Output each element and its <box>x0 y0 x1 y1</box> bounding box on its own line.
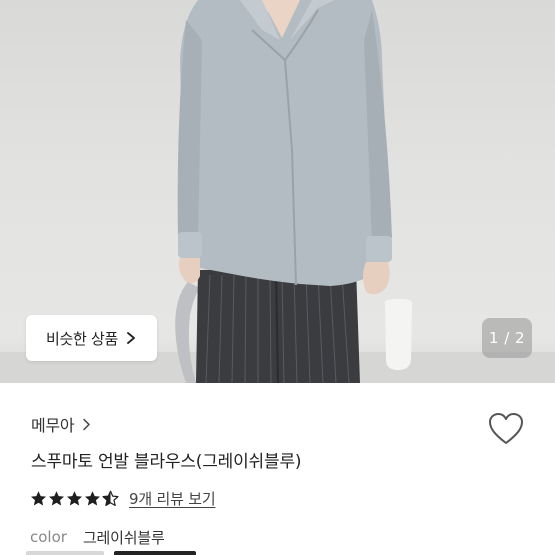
star-rating <box>30 490 119 507</box>
option-chip <box>114 551 196 555</box>
review-link[interactable]: 9개 리뷰 보기 <box>129 488 216 509</box>
brand-link[interactable]: 메무아 <box>31 412 91 436</box>
star-icon <box>31 490 46 505</box>
star-icon <box>85 490 100 505</box>
option-row: color 그레이쉬블루 <box>30 527 165 547</box>
star-icon <box>67 490 82 505</box>
option-chips-peek <box>26 551 206 555</box>
brand-name: 메무아 <box>31 416 75 435</box>
option-chip <box>26 551 104 555</box>
chevron-right-icon <box>83 418 91 430</box>
star-icon <box>49 490 64 505</box>
half-star-icon <box>102 490 119 506</box>
image-page-indicator: 1 / 2 <box>482 318 532 358</box>
similar-products-label: 비슷한 상품 <box>46 329 118 348</box>
similar-products-button[interactable]: 비슷한 상품 <box>26 315 157 361</box>
chevron-right-icon <box>127 332 135 344</box>
product-image-gallery[interactable]: 비슷한 상품 1 / 2 <box>0 0 555 383</box>
option-label: color <box>30 528 67 546</box>
option-value: 그레이쉬블루 <box>82 528 165 547</box>
wishlist-heart-icon[interactable] <box>488 412 524 446</box>
product-title: 스푸마토 언발 블라우스(그레이쉬블루) <box>31 452 302 472</box>
rating-summary: 9개 리뷰 보기 <box>30 487 216 509</box>
